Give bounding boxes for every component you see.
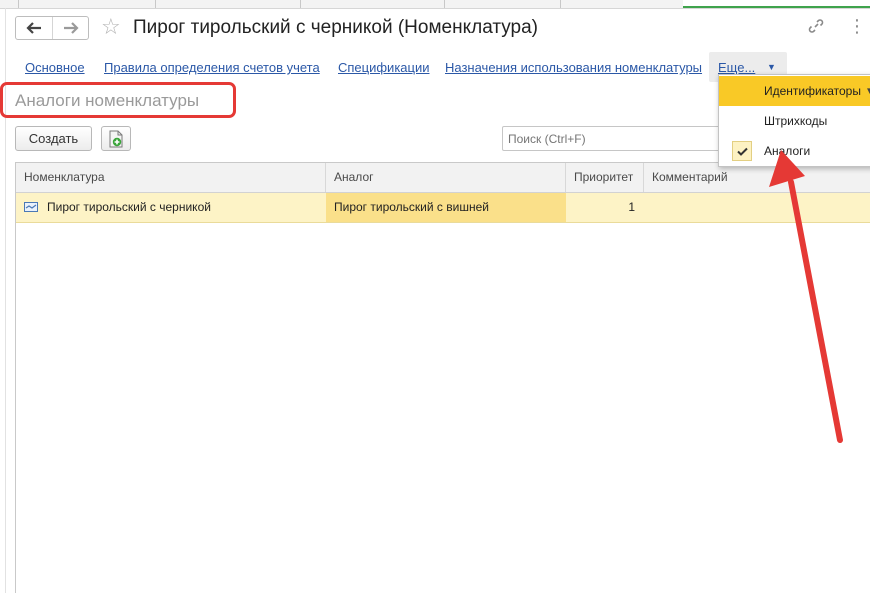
nav-link-main[interactable]: Основное [25,60,85,75]
cell-nomenclature-text: Пирог тирольский с черникой [47,200,211,214]
chevron-down-icon: ▼ [767,62,776,72]
cell-comment[interactable] [644,193,870,222]
tab-separator [300,0,301,8]
back-arrow-icon [26,22,41,34]
column-header-nomenclature[interactable]: Номенклатура [16,163,326,192]
active-window-tab[interactable] [683,0,870,8]
nomenclature-item-icon [24,202,38,212]
nav-link-account-rules[interactable]: Правила определения счетов учета [104,60,320,75]
checkmark-icon [732,141,752,161]
excel-add-icon [109,130,123,147]
more-dropdown-menu: Идентификаторы ▾ Штрихкоды Аналоги [718,74,870,167]
link-icon[interactable] [808,18,824,37]
column-header-analog[interactable]: Аналог [326,163,566,192]
nav-link-specifications[interactable]: Спецификации [338,60,430,75]
annotation-highlight-box [0,82,236,118]
history-navigation [15,16,89,40]
cell-nomenclature[interactable]: Пирог тирольский с черникой [16,193,326,222]
create-button-label: Создать [28,131,79,146]
menu-item-label: Штрихкоды [764,114,828,128]
table-row[interactable]: Пирог тирольский с черникой Пирог тироль… [16,193,870,223]
menu-item-analogs[interactable]: Аналоги [719,136,870,166]
more-menu-label: Еще... [718,60,756,75]
tab-separator [560,0,561,8]
column-header-comment[interactable]: Комментарий [644,163,870,192]
tab-separator [18,0,19,8]
column-header-priority[interactable]: Приоритет [566,163,644,192]
tab-separator [155,0,156,8]
tab-separator [444,0,445,8]
window-tab-strip [0,0,870,9]
cell-priority[interactable]: 1 [566,193,644,222]
cell-analog[interactable]: Пирог тирольский с вишней [326,193,566,222]
menu-item-identifiers[interactable]: Идентификаторы ▾ [719,76,870,106]
table-header: Номенклатура Аналог Приоритет Комментари… [16,163,870,193]
menu-item-barcodes[interactable]: Штрихкоды [719,106,870,136]
more-vertical-icon[interactable]: ⋮ [848,17,866,35]
window-title: Пирог тирольский с черникой (Номенклатур… [133,17,539,38]
forward-button[interactable] [53,17,89,39]
load-from-file-button[interactable] [101,126,131,151]
forward-arrow-icon [64,22,79,34]
back-button[interactable] [16,17,53,39]
nav-link-usage-purposes[interactable]: Назначения использования номенклатуры [445,60,702,75]
create-button[interactable]: Создать [15,126,92,151]
analogs-table: Номенклатура Аналог Приоритет Комментари… [15,162,870,593]
menu-item-label: Идентификаторы [764,84,861,98]
menu-item-label: Аналоги [764,144,811,158]
favorite-star-icon[interactable]: ☆ [101,15,121,39]
search-input[interactable] [502,126,732,151]
